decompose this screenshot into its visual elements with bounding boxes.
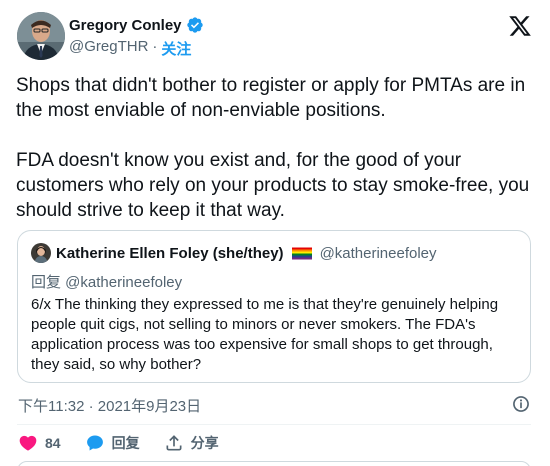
- tweet-timestamp[interactable]: 下午11:32 · 2021年9月23日: [18, 395, 201, 416]
- info-icon[interactable]: [511, 394, 531, 414]
- reply-button[interactable]: 回复: [85, 433, 140, 453]
- divider: [17, 424, 531, 425]
- rainbow-flag-icon: [291, 247, 312, 259]
- meta-separator: ·: [152, 38, 158, 55]
- quoted-author-handle: @katherineefoley: [319, 244, 437, 262]
- author-meta: @GregTHR · 关注: [69, 38, 191, 59]
- share-button[interactable]: 分享: [164, 433, 219, 453]
- share-label: 分享: [190, 435, 219, 451]
- author-name[interactable]: Gregory Conley: [69, 17, 182, 34]
- quoted-tweet[interactable]: Katherine Ellen Foley (she/they) @kather…: [17, 230, 531, 383]
- verified-badge-icon: [186, 17, 203, 33]
- tweet-text: Shops that didn't bother to register or …: [16, 73, 536, 248]
- quoted-tweet-header: Katherine Ellen Foley (she/they) @kather…: [31, 243, 437, 263]
- quoted-tweet-text: 6/x The thinking they expressed to me is…: [31, 296, 499, 373]
- reply-label: 回复: [111, 435, 140, 451]
- reply-bubble-icon: [86, 435, 103, 451]
- follow-button[interactable]: 关注: [161, 38, 191, 59]
- like-button[interactable]: 84: [18, 433, 61, 453]
- share-icon: [166, 435, 182, 451]
- bottom-button-bar[interactable]: [17, 461, 531, 466]
- author-avatar[interactable]: [17, 12, 65, 60]
- quoted-reply-to: 回复 @katherineefoley: [31, 274, 183, 291]
- tweet-actions: 84 回复 分享: [18, 433, 243, 453]
- tweet-paragraph-2: FDA doesn't know you exist and, for the …: [16, 150, 530, 221]
- author-name-row[interactable]: Gregory Conley: [69, 16, 204, 34]
- heart-icon: [19, 435, 37, 451]
- like-count: 84: [45, 435, 61, 451]
- tweet-paragraph-1: Shops that didn't bother to register or …: [16, 75, 526, 121]
- quoted-author-avatar: [31, 243, 51, 263]
- author-handle[interactable]: @GregTHR: [69, 38, 148, 59]
- x-logo-icon[interactable]: [508, 14, 532, 38]
- quoted-author-name: Katherine Ellen Foley (she/they): [56, 244, 284, 262]
